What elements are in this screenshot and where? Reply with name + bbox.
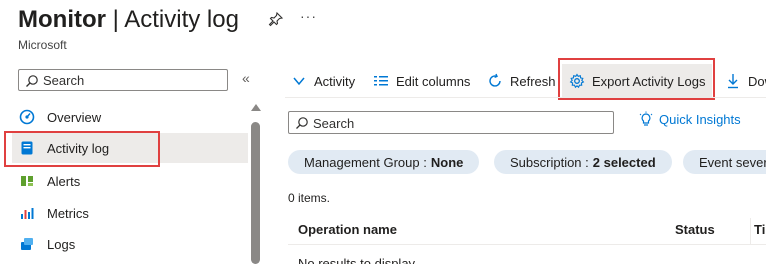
overview-icon	[18, 108, 36, 126]
export-highlight	[558, 58, 715, 100]
columns-icon	[372, 72, 390, 90]
sidebar-item-label: Logs	[47, 236, 76, 252]
pin-icon[interactable]	[268, 11, 284, 27]
header-divider	[288, 244, 766, 245]
sidebar-scroll-thumb[interactable]	[251, 122, 260, 264]
chevron-down-icon	[290, 72, 308, 90]
page-subtitle: Microsoft	[18, 38, 67, 52]
alerts-icon	[18, 172, 36, 190]
filter-value: 2 selected	[592, 154, 656, 170]
filter-key: Subscription :	[510, 154, 589, 170]
sidebar-item-alerts[interactable]: Alerts	[12, 166, 248, 196]
download-icon	[724, 72, 742, 90]
quick-insights-label: Quick Insights	[659, 111, 741, 127]
activity-search-input[interactable]: Search	[288, 111, 614, 134]
activity-log-highlight	[4, 131, 160, 167]
refresh-icon	[486, 72, 504, 90]
search-icon	[25, 74, 39, 88]
filter-key: Event severi	[699, 154, 766, 170]
download-button[interactable]: Dow	[724, 64, 766, 98]
sidebar-search-input[interactable]: Search	[18, 69, 228, 91]
filter-value: None	[430, 154, 464, 170]
filter-event-severity[interactable]: Event severi	[683, 150, 766, 174]
sidebar-search-placeholder: Search	[43, 73, 85, 88]
activity-button[interactable]: Activity	[290, 64, 355, 98]
metrics-icon	[18, 204, 36, 222]
filter-key: Management Group :	[304, 154, 427, 170]
lightbulb-icon	[638, 111, 654, 127]
empty-state-text: No results to display	[298, 256, 416, 264]
page-title-service: Monitor	[18, 6, 106, 33]
sidebar-item-metrics[interactable]: Metrics	[12, 198, 248, 228]
page-title-blade: | Activity log	[105, 6, 239, 33]
refresh-button[interactable]: Refresh	[486, 64, 556, 98]
edit-columns-button[interactable]: Edit columns	[372, 64, 470, 98]
sidebar-item-logs[interactable]: Logs	[12, 229, 248, 259]
edit-columns-label: Edit columns	[396, 73, 471, 89]
column-divider	[750, 218, 751, 244]
activity-search-placeholder: Search	[313, 116, 355, 131]
refresh-label: Refresh	[510, 73, 556, 89]
sidebar-item-overview[interactable]: Overview	[12, 102, 248, 132]
download-label: Dow	[748, 73, 766, 89]
filter-subscription[interactable]: Subscription :2 selected	[494, 150, 672, 174]
activity-label: Activity	[314, 73, 356, 89]
collapse-sidebar-button[interactable]: «	[242, 70, 250, 86]
column-header-operation-name[interactable]: Operation name	[298, 222, 397, 237]
column-header-status[interactable]: Status	[675, 222, 715, 237]
sidebar-item-label: Metrics	[47, 205, 89, 221]
page-title: Monitor | Activity log	[18, 6, 239, 34]
filter-management-group[interactable]: Management Group : None	[288, 150, 480, 174]
sidebar-item-label: Alerts	[47, 173, 81, 189]
column-header-time[interactable]: Ti	[754, 222, 765, 237]
scroll-up-arrow-icon[interactable]	[251, 104, 261, 111]
sidebar-item-label: Overview	[47, 109, 102, 125]
logs-icon	[18, 235, 36, 253]
toolbar-divider	[285, 97, 766, 98]
quick-insights-link[interactable]: Quick Insights	[638, 111, 741, 127]
more-options-button[interactable]: ···	[300, 8, 317, 24]
item-count: 0 items.	[288, 191, 331, 205]
search-icon	[295, 116, 309, 130]
